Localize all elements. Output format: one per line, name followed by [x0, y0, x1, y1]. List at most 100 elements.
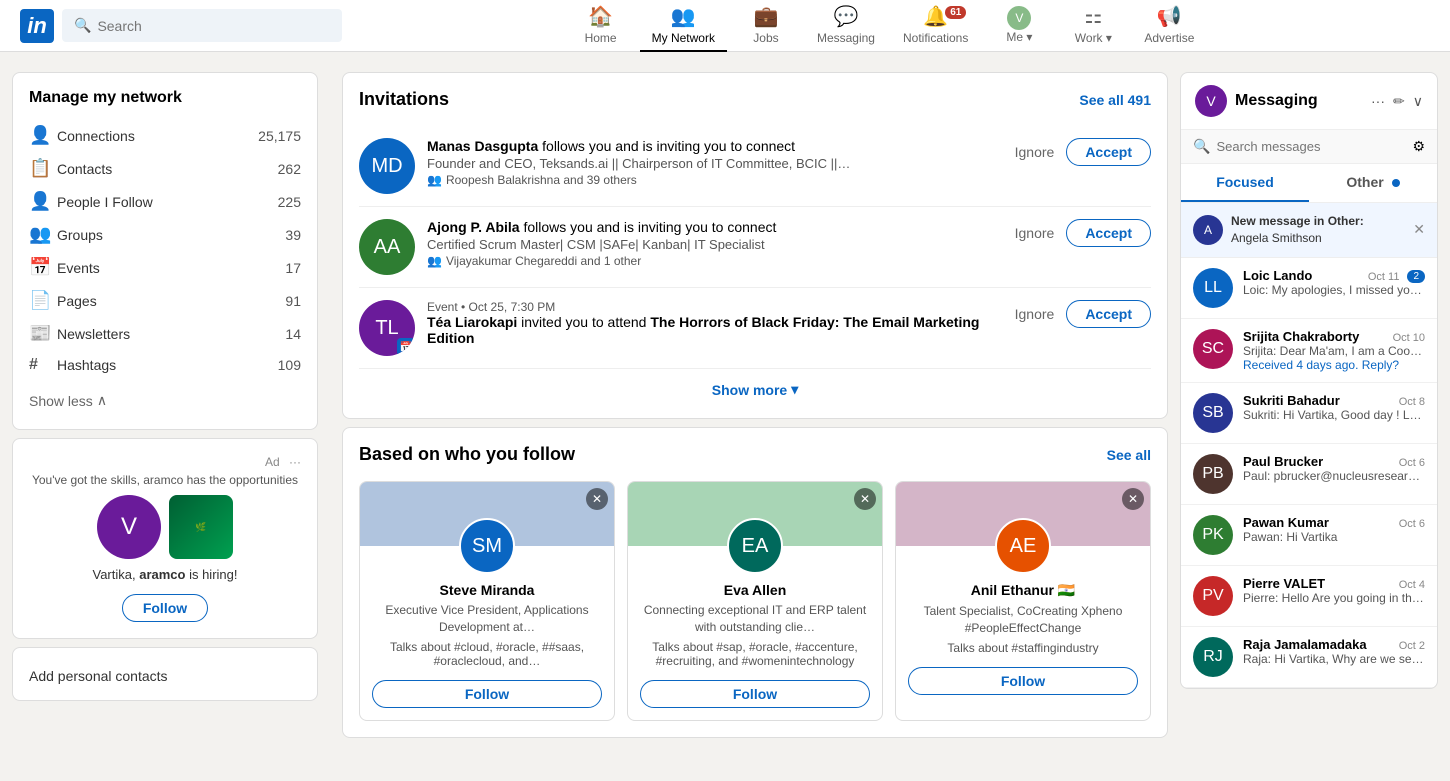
people-follow-count: 225	[278, 194, 301, 210]
messaging-collapse-icon[interactable]: ∨	[1413, 93, 1423, 110]
conv-date-loic: Oct 11	[1368, 271, 1400, 283]
inv-action-text-ajong: follows you and is inviting you to conne…	[523, 219, 776, 235]
conv-avatar-pawan: PK	[1193, 515, 1233, 555]
close-anil-button[interactable]: ✕	[1122, 488, 1144, 510]
ignore-ajong-button[interactable]: Ignore	[1015, 225, 1055, 241]
my-network-icon: 👥	[671, 4, 696, 29]
accept-ajong-button[interactable]: Accept	[1066, 219, 1151, 247]
nav-me[interactable]: V Me ▾	[984, 0, 1054, 52]
close-eva-button[interactable]: ✕	[854, 488, 876, 510]
nav-my-network-label: My Network	[652, 31, 715, 45]
ignore-tea-button[interactable]: Ignore	[1015, 306, 1055, 322]
conv-top-paul: Paul Brucker Oct 6	[1243, 454, 1425, 469]
follow-anil-button[interactable]: Follow	[908, 667, 1138, 695]
accept-manas-button[interactable]: Accept	[1066, 138, 1151, 166]
msg-filter-icon[interactable]: ⚙	[1412, 138, 1425, 155]
msg-notification-toast: A New message in Other: Angela Smithson …	[1181, 203, 1437, 258]
messaging-options-icon[interactable]: ···	[1371, 93, 1385, 109]
ignore-manas-button[interactable]: Ignore	[1015, 144, 1055, 160]
chevron-down-icon: ▾	[791, 381, 798, 398]
show-less-button[interactable]: Show less ∧	[29, 388, 301, 413]
nav-notifications[interactable]: 🔔 61 Notifications	[891, 0, 980, 52]
conversation-loic[interactable]: LL Loic Lando Oct 11 2 Loic: My apologie…	[1181, 258, 1437, 319]
tab-other[interactable]: Other	[1309, 164, 1437, 202]
follow-talks-anil: Talks about #staffingindustry	[908, 641, 1138, 655]
sidebar-item-contacts[interactable]: 📋 Contacts 262	[29, 152, 301, 185]
follow-talks-eva: Talks about #sap, #oracle, #accenture, #…	[640, 640, 870, 668]
sidebar-item-groups[interactable]: 👥 Groups 39	[29, 218, 301, 251]
ad-images: V 🌿	[29, 495, 301, 559]
groups-icon: 👥	[29, 224, 57, 245]
nav-my-network[interactable]: 👥 My Network	[640, 0, 727, 52]
search-input[interactable]	[97, 18, 330, 34]
follow-desc-eva: Connecting exceptional IT and ERP talent…	[640, 602, 870, 636]
follow-name-anil[interactable]: Anil Ethanur 🇮🇳	[908, 582, 1138, 599]
inv-name-text[interactable]: Manas Dasgupta	[427, 138, 538, 154]
ad-follow-button[interactable]: Follow	[122, 594, 208, 622]
messaging-compose-icon[interactable]: ✏	[1393, 93, 1405, 110]
contacts-count: 262	[278, 161, 301, 177]
inv-name-text-tea[interactable]: Téa Liarokapi	[427, 314, 517, 330]
invitation-manas: MD Manas Dasgupta follows you and is inv…	[359, 126, 1151, 207]
event-badge: 📅	[397, 338, 415, 356]
conversation-sukriti[interactable]: SB Sukriti Bahadur Oct 8 Sukriti: Hi Var…	[1181, 383, 1437, 444]
ad-options-icon[interactable]: ···	[289, 455, 301, 469]
notif-text: New message in Other: Angela Smithson	[1231, 213, 1413, 247]
accept-tea-button[interactable]: Accept	[1066, 300, 1151, 328]
notif-avatar: A	[1193, 215, 1223, 245]
nav-messaging[interactable]: 💬 Messaging	[805, 0, 887, 52]
nav-home[interactable]: 🏠 Home	[566, 0, 636, 52]
see-all-invitations[interactable]: See all 491	[1079, 92, 1151, 108]
notif-close-button[interactable]: ✕	[1413, 221, 1425, 238]
sidebar-item-hashtags[interactable]: # Hashtags 109	[29, 350, 301, 380]
conv-body-loic: Loic Lando Oct 11 2 Loic: My apologies, …	[1243, 268, 1425, 298]
conv-body-raja: Raja Jamalamadaka Oct 2 Raja: Hi Vartika…	[1243, 637, 1425, 666]
sidebar-item-events[interactable]: 📅 Events 17	[29, 251, 301, 284]
sidebar-item-newsletters[interactable]: 📰 Newsletters 14	[29, 317, 301, 350]
conversation-raja[interactable]: RJ Raja Jamalamadaka Oct 2 Raja: Hi Vart…	[1181, 627, 1437, 688]
main-content: Invitations See all 491 MD Manas Dasgupt…	[330, 72, 1180, 746]
contacts-label: Contacts	[57, 161, 278, 177]
follow-name-eva[interactable]: Eva Allen	[640, 582, 870, 598]
jobs-icon: 💼	[754, 4, 779, 29]
ad-description: You've got the skills, aramco has the op…	[29, 473, 301, 487]
inv-name-tea: Téa Liarokapi invited you to attend The …	[427, 314, 1003, 346]
conv-top-raja: Raja Jamalamadaka Oct 2	[1243, 637, 1425, 652]
conversation-paul[interactable]: PB Paul Brucker Oct 6 Paul: pbrucker@nuc…	[1181, 444, 1437, 505]
inv-name-manas: Manas Dasgupta follows you and is inviti…	[427, 138, 1003, 154]
nav-advertise[interactable]: 📢 Advertise	[1132, 0, 1206, 52]
conversation-srijita[interactable]: SC Srijita Chakraborty Oct 10 Srijita: D…	[1181, 319, 1437, 383]
inv-desc-ajong: Certified Scrum Master| CSM |SAFe| Kanba…	[427, 237, 927, 252]
conv-name-raja: Raja Jamalamadaka	[1243, 637, 1367, 652]
follow-card-anil: ✕ AE Anil Ethanur 🇮🇳 Talent Specialist, …	[895, 481, 1151, 721]
msg-search-icon: 🔍	[1193, 138, 1210, 155]
see-all-follow[interactable]: See all	[1107, 447, 1151, 463]
linkedin-logo[interactable]: in	[20, 9, 54, 43]
people-follow-label: People I Follow	[57, 194, 278, 210]
sidebar-item-connections[interactable]: 👤 Connections 25,175	[29, 119, 301, 152]
nav-advertise-label: Advertise	[1144, 31, 1194, 45]
conv-date-pierre: Oct 4	[1399, 579, 1425, 591]
conv-body-pawan: Pawan Kumar Oct 6 Pawan: Hi Vartika	[1243, 515, 1425, 544]
sidebar-item-people-follow[interactable]: 👤 People I Follow 225	[29, 185, 301, 218]
show-more-button[interactable]: Show more ▾	[359, 369, 1151, 402]
pages-icon: 📄	[29, 290, 57, 311]
follow-name-steve[interactable]: Steve Miranda	[372, 582, 602, 598]
nav-work-label: Work ▾	[1075, 31, 1112, 45]
messaging-tabs: Focused Other	[1181, 164, 1437, 203]
conversation-pierre[interactable]: PV Pierre VALET Oct 4 Pierre: Hello Are …	[1181, 566, 1437, 627]
nav-jobs[interactable]: 💼 Jobs	[731, 0, 801, 52]
connections-icon: 👤	[29, 125, 57, 146]
sidebar-item-pages[interactable]: 📄 Pages 91	[29, 284, 301, 317]
tab-focused[interactable]: Focused	[1181, 164, 1309, 202]
close-steve-button[interactable]: ✕	[586, 488, 608, 510]
inv-action-text-tea: invited you to attend	[521, 314, 650, 330]
inv-name-text-ajong[interactable]: Ajong P. Abila	[427, 219, 520, 235]
follow-eva-button[interactable]: Follow	[640, 680, 870, 708]
nav-work[interactable]: ⚏ Work ▾	[1058, 0, 1128, 52]
search-bar[interactable]: 🔍	[62, 9, 342, 42]
conversation-pawan[interactable]: PK Pawan Kumar Oct 6 Pawan: Hi Vartika	[1181, 505, 1437, 566]
messaging-search-input[interactable]	[1216, 139, 1412, 154]
follow-steve-button[interactable]: Follow	[372, 680, 602, 708]
inv-actions-manas: Ignore Accept	[1015, 138, 1151, 166]
